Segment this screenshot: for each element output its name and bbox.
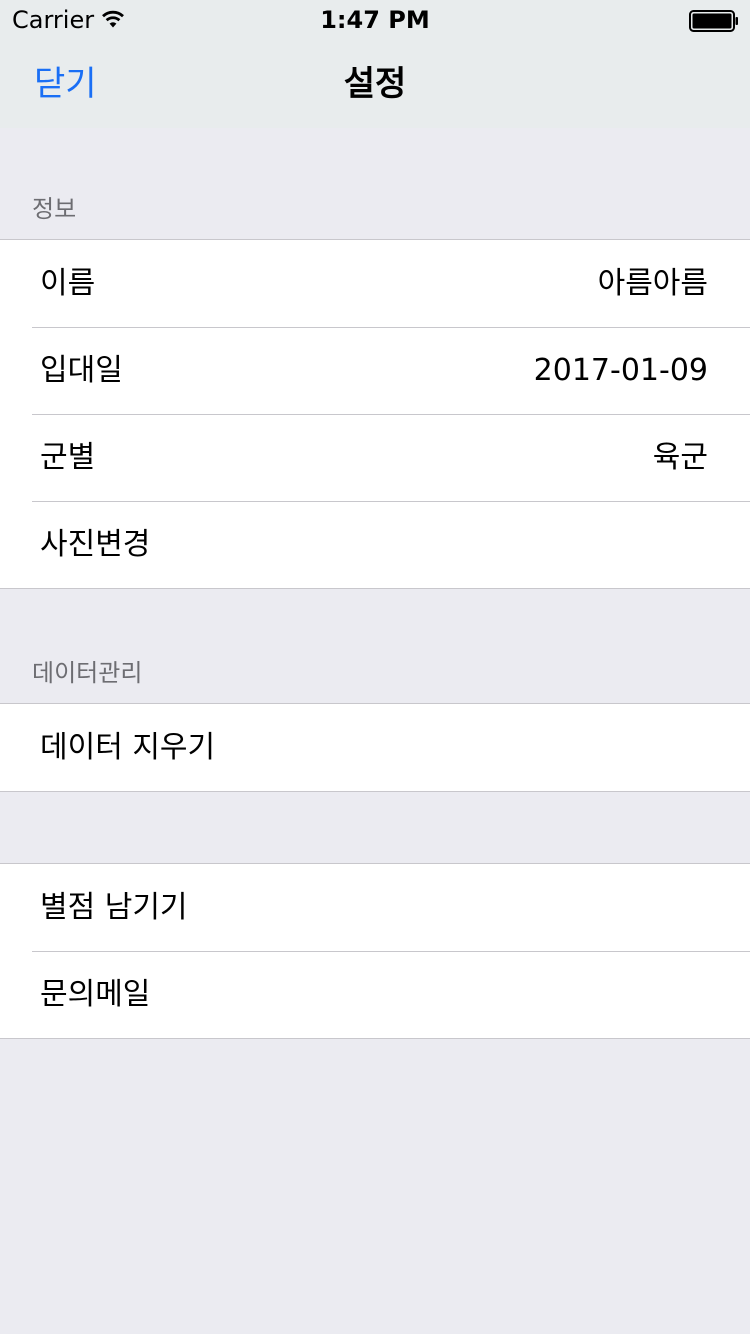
clear-data-row[interactable]: 데이터 지우기 [0,704,750,791]
section-header-data-management: 데이터관리 [32,659,143,687]
name-row[interactable]: 이름 아름아름 [0,240,750,327]
enlistment-date-value: 2017-01-09 [533,353,708,388]
enlistment-date-label: 입대일 [40,353,123,388]
clear-data-label: 데이터 지우기 [40,730,216,765]
name-value: 아름아름 [597,266,708,301]
info-group: 이름 아름아름 입대일 2017-01-09 군별 육군 사진변경 [0,239,750,589]
status-time: 1:47 PM [320,6,430,34]
rate-app-label: 별점 남기기 [40,890,188,925]
change-photo-row[interactable]: 사진변경 [0,501,750,588]
name-label: 이름 [40,266,96,301]
navigation-bar: 닫기 설정 [0,40,750,128]
enlistment-date-row[interactable]: 입대일 2017-01-09 [0,327,750,414]
section-header-info: 정보 [32,195,77,223]
military-branch-value: 육군 [652,440,708,475]
battery-full-icon [689,10,738,32]
military-branch-row[interactable]: 군별 육군 [0,414,750,501]
contact-email-label: 문의메일 [40,977,151,1012]
contact-email-row[interactable]: 문의메일 [0,951,750,1038]
rate-app-row[interactable]: 별점 남기기 [0,864,750,951]
misc-group: 별점 남기기 문의메일 [0,863,750,1039]
status-bar: Carrier 1:47 PM [0,0,750,40]
change-photo-label: 사진변경 [40,527,151,562]
data-management-group: 데이터 지우기 [0,703,750,792]
military-branch-label: 군별 [40,440,96,475]
page-title: 설정 [343,64,407,104]
